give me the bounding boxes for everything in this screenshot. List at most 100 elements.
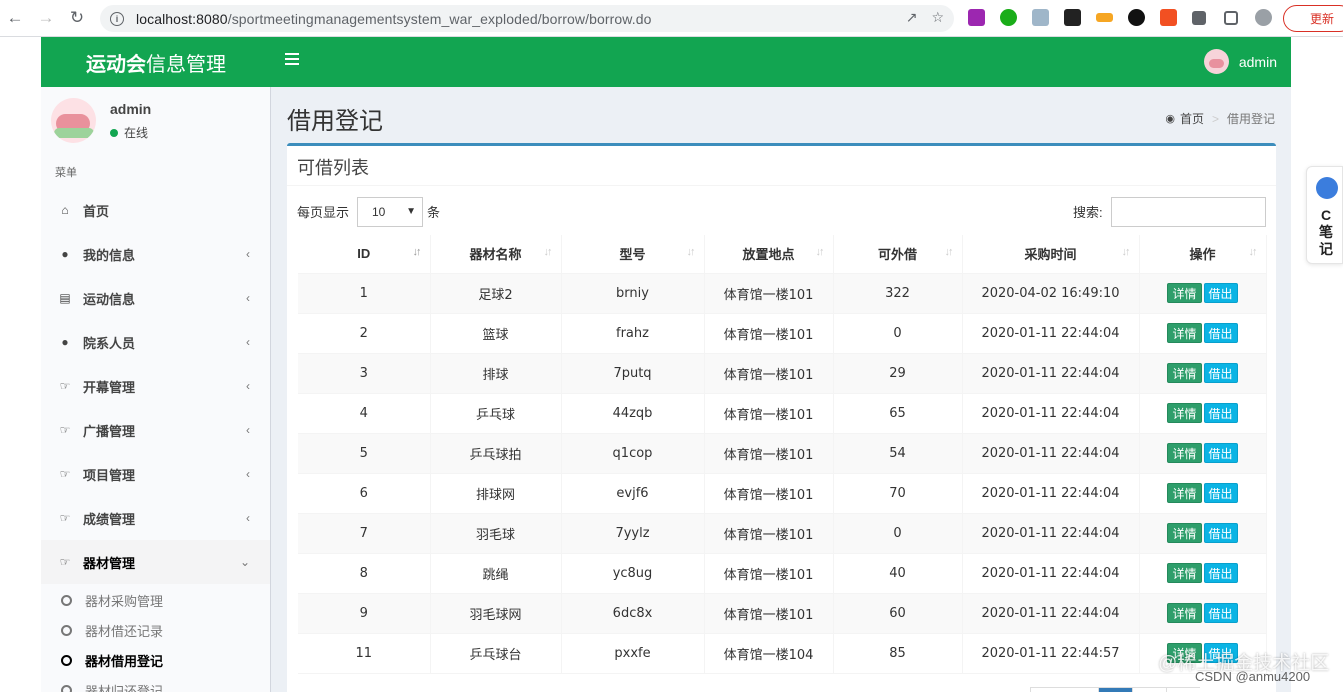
sidebar-item-sport-info[interactable]: ▤ 运动信息 ‹ [41, 276, 270, 320]
borrow-list-box: 可借列表 每页显示 10 ▼ 条 搜索: ID ↓↑ 器材名称 ↓↑ 型号 ↓↑ 放置地… [287, 143, 1276, 692]
home-icon: ⌂ [61, 203, 69, 217]
user-menu[interactable]: admin [1203, 49, 1277, 74]
cell-name: 篮球 [430, 313, 562, 354]
sidebar-item-broadcast[interactable]: ☞ 广播管理 ‹ [41, 408, 270, 452]
pagination-button[interactable] [1030, 687, 1098, 692]
cell-model: 7putq [561, 353, 705, 394]
cell-name: 排球 [430, 353, 562, 394]
sidebar-subitem-records[interactable]: 器材借还记录 [41, 615, 270, 645]
header-username: admin [1238, 53, 1277, 70]
page-title: 借用登记 [287, 108, 383, 135]
update-button[interactable]: 更新 [1283, 5, 1343, 32]
sidebar-item-equipment[interactable]: ☞ 器材管理 ⌄ [41, 540, 270, 584]
cell-time: 2020-01-11 22:44:04 [962, 513, 1140, 554]
detail-button[interactable]: 详情 [1167, 283, 1202, 303]
bookmark-star-icon[interactable]: ☆ [931, 9, 944, 26]
sidebar-subitem-return[interactable]: 器材归还登记 [41, 675, 270, 692]
breadcrumb-current: 借用登记 [1226, 112, 1275, 126]
borrow-button[interactable]: 借出 [1203, 283, 1238, 303]
pagination-button[interactable] [1166, 687, 1200, 692]
menu-toggle-icon[interactable] [285, 53, 299, 67]
chevron-left-icon: ‹ [246, 423, 250, 437]
bar-chart-icon: ▤ [59, 291, 71, 305]
status-dot-icon [110, 128, 118, 137]
share-icon[interactable]: ↗ [906, 9, 918, 26]
sidebar-item-opening[interactable]: ☞ 开幕管理 ‹ [41, 364, 270, 408]
table-row: 5 乒乓球拍 q1cop 体育馆一楼101 54 2020-01-11 22:44:04 详… [298, 433, 1267, 474]
pagination-button[interactable] [1132, 687, 1166, 692]
cell-available: 0 [833, 313, 963, 354]
borrow-button[interactable]: 借出 [1203, 403, 1238, 423]
cell-name: 羽毛球网 [430, 593, 562, 634]
detail-button[interactable]: 详情 [1167, 563, 1202, 583]
pagination [1030, 687, 1290, 692]
note-widget[interactable]: C笔记 [1306, 166, 1343, 264]
logo[interactable]: 运动会信息管理 [41, 48, 271, 77]
column-header-name[interactable]: 器材名称 ↓↑ [430, 235, 562, 274]
borrow-button[interactable]: 借出 [1203, 443, 1238, 463]
sidebar: admin 在线 菜单 ⌂ 首页 ● 我的信息 ‹ ▤ 运动信息 ‹ ● 院系人员 ‹ ☞ 开幕… [41, 87, 271, 692]
borrow-button[interactable]: 借出 [1203, 563, 1238, 583]
sidebar-item-department[interactable]: ● 院系人员 ‹ [41, 320, 270, 364]
extension-icon[interactable] [968, 9, 985, 26]
detail-button[interactable]: 详情 [1167, 443, 1202, 463]
column-header-actions[interactable]: 操作 ↓↑ [1139, 235, 1267, 274]
chevron-left-icon: ‹ [246, 335, 250, 349]
cell-time: 2020-01-11 22:44:57 [962, 633, 1140, 674]
cell-actions: 详情 借出 [1139, 353, 1267, 394]
borrow-button[interactable]: 借出 [1203, 483, 1238, 503]
detail-button[interactable]: 详情 [1167, 323, 1202, 343]
borrow-button[interactable]: 借出 [1203, 603, 1238, 623]
extension-icon[interactable] [1096, 13, 1113, 22]
page-length-select[interactable]: 10 ▼ [357, 197, 423, 227]
cell-id: 7 [298, 513, 431, 554]
puzzle-icon[interactable] [1192, 11, 1206, 25]
column-header-model[interactable]: 型号 ↓↑ [561, 235, 705, 274]
cell-id: 11 [298, 633, 431, 674]
sidebar-subitem-borrow[interactable]: 器材借用登记 [41, 645, 270, 675]
borrow-button[interactable]: 借出 [1203, 363, 1238, 383]
cell-id: 8 [298, 553, 431, 594]
column-header-purchase-time[interactable]: 采购时间 ↓↑ [962, 235, 1140, 274]
sidebar-item-home[interactable]: ⌂ 首页 [41, 188, 270, 232]
profile-icon[interactable] [1255, 9, 1272, 26]
table-row: 1 足球2 brniy 体育馆一楼101 322 2020-04-02 16:49:10 详… [298, 273, 1267, 314]
cell-id: 5 [298, 433, 431, 474]
detail-button[interactable]: 详情 [1167, 363, 1202, 383]
cell-location: 体育馆一楼101 [704, 273, 834, 314]
column-header-available[interactable]: 可外借 ↓↑ [833, 235, 963, 274]
detail-button[interactable]: 详情 [1167, 523, 1202, 543]
column-header-location[interactable]: 放置地点 ↓↑ [704, 235, 834, 274]
detail-button[interactable]: 详情 [1167, 483, 1202, 503]
address-bar[interactable]: i localhost:8080/sportmeetingmanagements… [100, 5, 954, 32]
extension-icon[interactable] [1032, 9, 1049, 26]
sort-asc-icon: ↓↑ [412, 246, 422, 258]
breadcrumb-home[interactable]: 首页 [1180, 110, 1204, 127]
user-panel: admin 在线 [41, 87, 270, 152]
back-icon[interactable]: ← [2, 5, 28, 31]
cell-actions: 详情 借出 [1139, 593, 1267, 634]
extension-icon[interactable] [1000, 9, 1017, 26]
extension-icon[interactable] [1064, 9, 1081, 26]
cell-name: 乒乓球拍 [430, 433, 562, 474]
detail-button[interactable]: 详情 [1167, 403, 1202, 423]
extension-icon[interactable] [1160, 9, 1177, 26]
reload-icon[interactable]: ↻ [64, 5, 90, 31]
sidebar-item-my-info[interactable]: ● 我的信息 ‹ [41, 232, 270, 276]
forward-icon[interactable]: → [33, 5, 59, 31]
pagination-button-active[interactable] [1098, 687, 1132, 692]
borrow-button[interactable]: 借出 [1203, 523, 1238, 543]
column-header-id[interactable]: ID ↓↑ [298, 235, 431, 274]
detail-button[interactable]: 详情 [1167, 603, 1202, 623]
cell-actions: 详情 借出 [1139, 313, 1267, 354]
sidebar-item-score[interactable]: ☞ 成绩管理 ‹ [41, 496, 270, 540]
table-row: 8 跳绳 yc8ug 体育馆一楼101 40 2020-01-11 22:44:04 详情借… [298, 553, 1267, 594]
extension-icon[interactable] [1128, 9, 1145, 26]
cell-name: 跳绳 [430, 553, 562, 594]
sidebar-item-project[interactable]: ☞ 项目管理 ‹ [41, 452, 270, 496]
sidebar-toggle-icon[interactable] [1224, 11, 1238, 25]
search-input[interactable] [1111, 197, 1266, 227]
borrow-button[interactable]: 借出 [1203, 323, 1238, 343]
sidebar-subitem-purchase[interactable]: 器材采购管理 [41, 585, 270, 615]
cell-location: 体育馆一楼104 [704, 633, 834, 674]
